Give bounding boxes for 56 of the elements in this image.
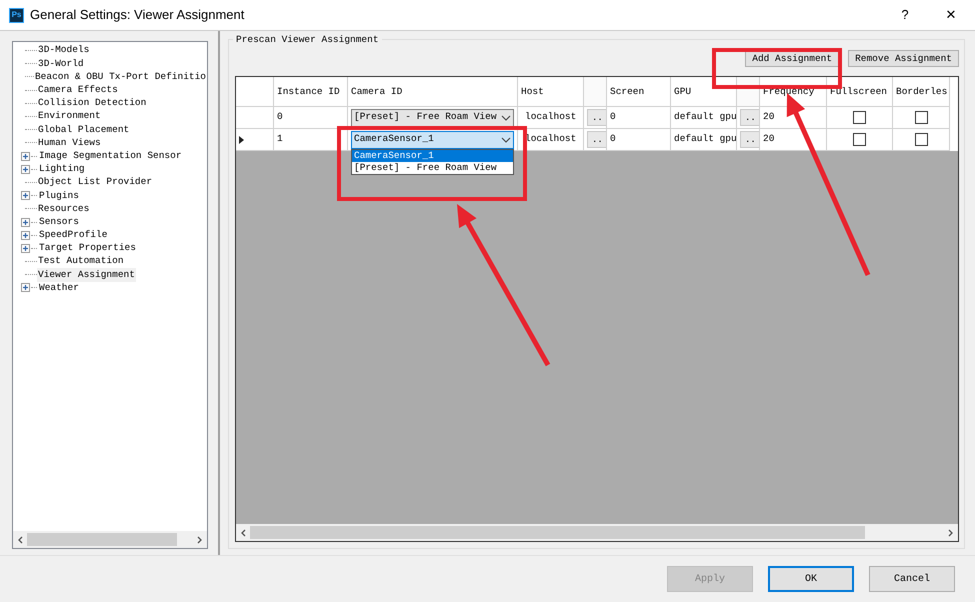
assignment-button[interactable]: Remove Assignment: [848, 50, 959, 67]
table-cell: localhost: [518, 129, 584, 151]
window-title: General Settings: Viewer Assignment: [30, 6, 246, 24]
camera-dropdown[interactable]: CameraSensor_1: [351, 130, 514, 148]
checkbox[interactable]: [914, 133, 928, 146]
scrollbar-thumb[interactable]: [250, 526, 865, 539]
dialog-button[interactable]: Cancel: [869, 566, 955, 592]
table-cell: 0: [607, 129, 671, 151]
browse-button[interactable]: ..: [740, 131, 759, 148]
tree-item[interactable]: Image Segmentation Sensor: [38, 148, 183, 164]
expand-icon[interactable]: [21, 191, 30, 200]
expand-icon[interactable]: [21, 218, 30, 227]
checkbox[interactable]: [853, 111, 866, 124]
expand-icon[interactable]: [21, 152, 30, 161]
expand-icon[interactable]: [21, 244, 30, 253]
table-cell: default gpu: [671, 129, 737, 151]
checkbox[interactable]: [914, 111, 928, 124]
caret-icon: [501, 136, 511, 144]
expand-icon[interactable]: [21, 283, 30, 292]
tree-item[interactable]: Environment: [37, 109, 102, 124]
tree-item[interactable]: 3D-World: [37, 56, 85, 71]
caret-icon: [501, 114, 511, 122]
tree-item[interactable]: Camera Effects: [37, 83, 119, 98]
tree-item[interactable]: Viewer Assignment: [37, 268, 136, 282]
tree-item[interactable]: Lighting: [38, 162, 86, 176]
tree-item[interactable]: Target Properties: [38, 241, 137, 256]
scrollbar-thumb[interactable]: [27, 533, 177, 546]
dropdown-option[interactable]: CameraSensor_1: [352, 150, 513, 162]
browse-button[interactable]: ..: [740, 109, 759, 126]
camera-dropdown[interactable]: [Preset] - Free Roam View: [351, 108, 514, 126]
tree-item[interactable]: Test Automation: [37, 254, 125, 269]
table-cell: 1: [274, 129, 348, 151]
tree-item[interactable]: Sensors: [38, 214, 80, 230]
tree-item[interactable]: Resources: [37, 202, 90, 216]
current-row-icon: [239, 136, 245, 144]
tree-item[interactable]: Beacon & OBU Tx-Port Definitio: [34, 70, 207, 84]
browse-button[interactable]: ..: [587, 131, 606, 148]
tree-item[interactable]: Global Placement: [37, 122, 130, 137]
tree-item[interactable]: Collision Detection: [37, 96, 148, 110]
tree-item[interactable]: Human Views: [37, 136, 102, 150]
tree-item[interactable]: Weather: [38, 280, 80, 296]
tree-item[interactable]: Plugins: [38, 188, 80, 203]
row-header[interactable]: [236, 129, 274, 151]
expand-icon[interactable]: [21, 164, 30, 174]
app-logo: Ps: [9, 8, 24, 22]
dropdown-option[interactable]: [Preset] - Free Roam View: [352, 162, 513, 174]
help-button[interactable]: ?: [885, 0, 925, 30]
tree-item[interactable]: Object List Provider: [37, 175, 154, 190]
checkbox[interactable]: [853, 133, 866, 146]
tree-item[interactable]: 3D-Models: [37, 43, 90, 58]
close-button[interactable]: ✕: [931, 0, 971, 30]
tree-item[interactable]: SpeedProfile: [38, 228, 108, 242]
table-cell: 20: [760, 129, 827, 151]
browse-button[interactable]: ..: [587, 109, 606, 126]
expand-icon[interactable]: [21, 230, 30, 240]
dialog-button[interactable]: OK: [768, 566, 854, 592]
